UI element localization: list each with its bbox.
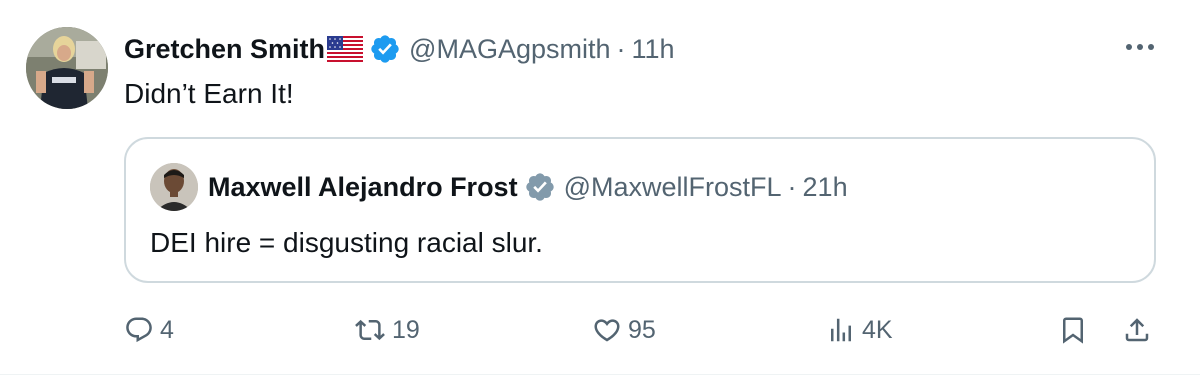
- quoted-separator-dot: ·: [787, 171, 797, 202]
- separator-dot: ·: [616, 33, 626, 64]
- tweet-text: Didn’t Earn It!: [124, 78, 294, 109]
- share-icon: [1125, 318, 1149, 342]
- quoted-tweet-timestamp[interactable]: 21h: [803, 172, 848, 203]
- more-horizontal-icon: [1126, 44, 1154, 50]
- like-button[interactable]: 95: [592, 310, 656, 350]
- views-chart-icon: [831, 318, 851, 342]
- quoted-tweet-header: Maxwell Alejandro Frost @MaxwellFrostFL …: [208, 167, 848, 207]
- verified-badge-icon[interactable]: [369, 33, 401, 65]
- more-options-button[interactable]: [1120, 32, 1160, 62]
- verified-badge-gray-icon[interactable]: [524, 171, 556, 203]
- author-avatar[interactable]: [26, 27, 108, 109]
- bookmark-button[interactable]: [1058, 310, 1088, 350]
- tweet-header: Gretchen Smith @MAGAgpsmith · 11h: [124, 30, 675, 68]
- author-avatar-image: [26, 27, 108, 109]
- heart-icon: [594, 319, 620, 342]
- tweet[interactable]: Gretchen Smith @MAGAgpsmith · 11h Didn’t…: [0, 0, 1200, 375]
- views-button[interactable]: 4K: [826, 310, 893, 350]
- repost-icon: [355, 319, 385, 341]
- author-handle[interactable]: @MAGAgpsmith: [409, 34, 610, 65]
- quoted-author-handle[interactable]: @MaxwellFrostFL: [564, 172, 782, 203]
- quoted-tweet[interactable]: Maxwell Alejandro Frost @MaxwellFrostFL …: [124, 137, 1156, 283]
- bookmark-icon: [1063, 317, 1083, 344]
- views-count: 4K: [862, 315, 893, 344]
- quoted-author-avatar[interactable]: [150, 163, 198, 211]
- us-flag-icon: [327, 36, 364, 62]
- quoted-author-name[interactable]: Maxwell Alejandro Frost: [208, 172, 518, 203]
- reply-button[interactable]: 4: [124, 310, 174, 350]
- author-name[interactable]: Gretchen Smith: [124, 34, 325, 65]
- share-button[interactable]: [1122, 310, 1152, 350]
- like-count: 95: [628, 315, 656, 344]
- repost-count: 19: [392, 315, 420, 344]
- reply-icon: [126, 317, 152, 343]
- repost-button[interactable]: 19: [354, 310, 420, 350]
- reply-count: 4: [160, 315, 174, 344]
- quoted-author-avatar-image: [150, 163, 198, 211]
- quoted-tweet-text: DEI hire = disgusting racial slur.: [150, 227, 543, 258]
- tweet-timestamp[interactable]: 11h: [632, 34, 675, 65]
